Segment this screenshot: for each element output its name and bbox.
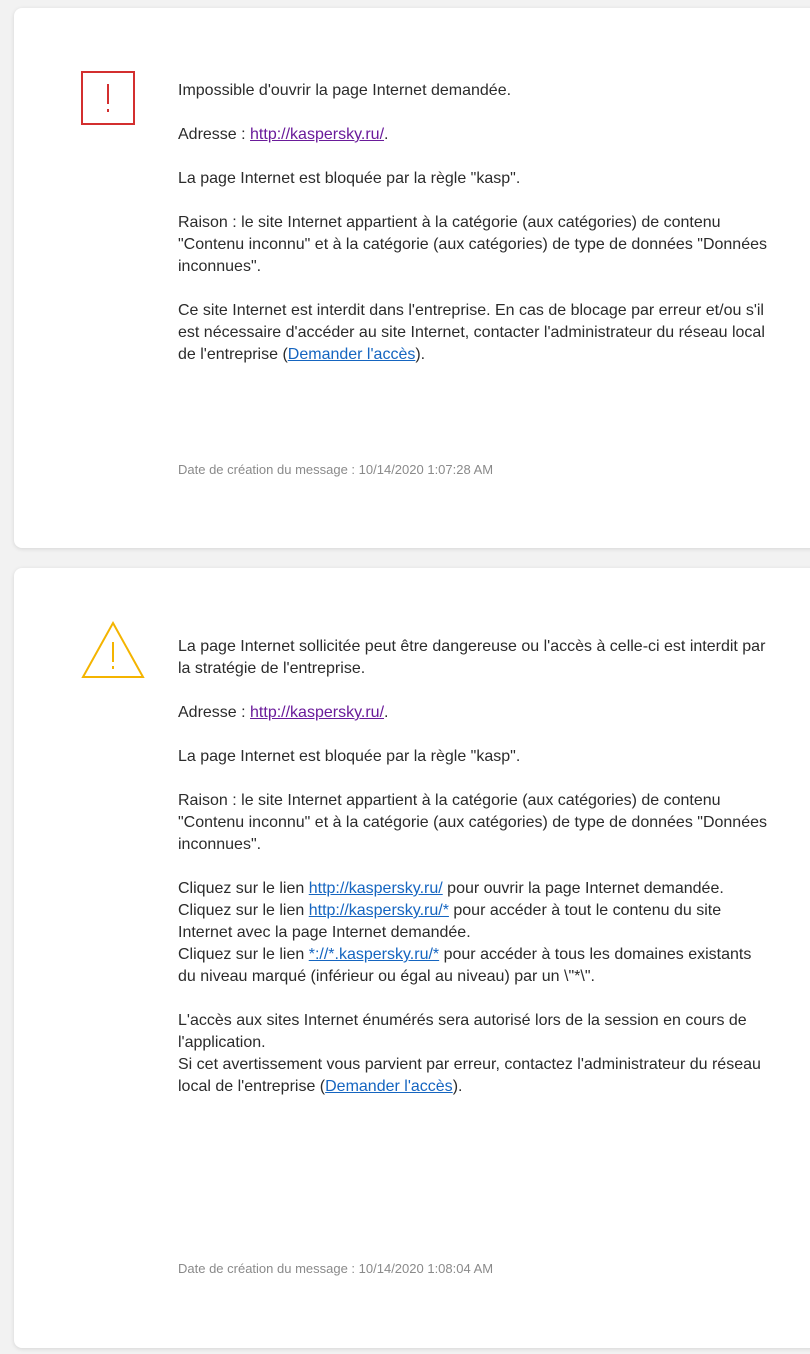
blocked-reason: Raison : le site Internet appartient à l… <box>178 214 767 275</box>
address-label: Adresse : <box>178 704 251 721</box>
warning-triangle-icon <box>80 620 146 680</box>
blocked-rule: La page Internet est bloquée par la règl… <box>178 170 521 187</box>
error-text: Si cet avertissement vous parvient par e… <box>178 1056 761 1095</box>
warning-title: La page Internet sollicitée peut être da… <box>178 638 766 677</box>
error-contact-note: Si cet avertissement vous parvient par e… <box>178 1054 768 1098</box>
address-link[interactable]: http://kaspersky.ru/ <box>250 126 384 143</box>
domains-instruction: Cliquez sur le lien *://*.kaspersky.ru/*… <box>178 944 768 988</box>
site-content-link[interactable]: http://kaspersky.ru/* <box>309 902 449 919</box>
blocked-address: Adresse : http://kaspersky.ru/. <box>178 124 768 146</box>
blocked-title: Impossible d'ouvrir la page Internet dem… <box>178 82 512 99</box>
domains-link[interactable]: *://*.kaspersky.ru/* <box>309 946 439 963</box>
address-label: Adresse : <box>178 126 251 143</box>
open-page-instruction: Cliquez sur le lien http://kaspersky.ru/… <box>178 878 768 900</box>
blocked-message-card: Impossible d'ouvrir la page Internet dem… <box>14 8 810 548</box>
warning-rule: La page Internet est bloquée par la règl… <box>178 748 521 765</box>
exclamation-square-icon <box>80 70 136 126</box>
forbidden-suffix: ). <box>415 346 426 363</box>
warning-message-body: La page Internet sollicitée peut être da… <box>178 636 768 1120</box>
error-suffix: ). <box>452 1078 463 1095</box>
blocked-message-body: Impossible d'ouvrir la page Internet dem… <box>178 80 768 388</box>
request-access-link[interactable]: Demander l'accès <box>288 346 416 363</box>
open-page-link[interactable]: http://kaspersky.ru/ <box>309 880 443 897</box>
blocked-forbidden: Ce site Internet est interdit dans l'ent… <box>178 300 768 366</box>
address-suffix: . <box>384 126 389 143</box>
message-date: Date de création du message : 10/14/2020… <box>178 462 494 477</box>
site-content-instruction: Cliquez sur le lien http://kaspersky.ru/… <box>178 900 768 944</box>
request-access-link[interactable]: Demander l'accès <box>325 1078 453 1095</box>
address-suffix: . <box>384 704 389 721</box>
click-prefix: Cliquez sur le lien <box>178 880 309 897</box>
warning-reason: Raison : le site Internet appartient à l… <box>178 792 767 853</box>
session-note: L'accès aux sites Internet énumérés sera… <box>178 1012 747 1051</box>
forbidden-text: Ce site Internet est interdit dans l'ent… <box>178 302 765 363</box>
message-date: Date de création du message : 10/14/2020… <box>178 1261 494 1276</box>
click-prefix: Cliquez sur le lien <box>178 902 309 919</box>
click-prefix: Cliquez sur le lien <box>178 946 309 963</box>
warning-message-card: La page Internet sollicitée peut être da… <box>14 568 810 1348</box>
address-link[interactable]: http://kaspersky.ru/ <box>250 704 384 721</box>
warning-address: Adresse : http://kaspersky.ru/. <box>178 702 768 724</box>
open-page-suffix: pour ouvrir la page Internet demandée. <box>442 880 724 897</box>
